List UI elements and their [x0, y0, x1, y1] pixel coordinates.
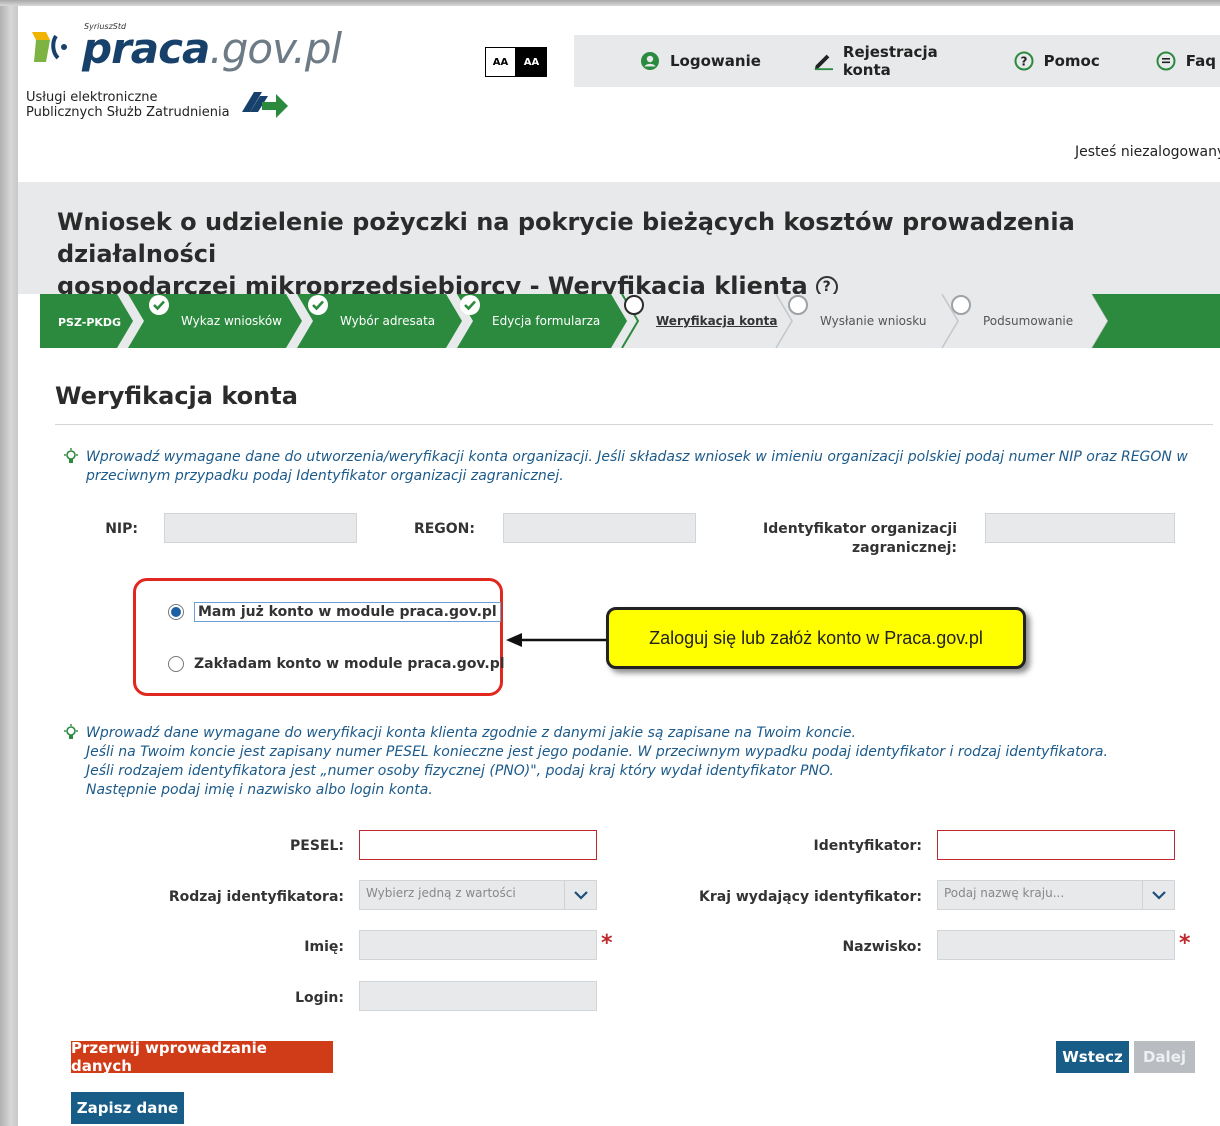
- nav-register[interactable]: Rejestracja konta: [805, 35, 974, 87]
- nav-login[interactable]: Logowanie: [632, 35, 769, 87]
- page: SyriuszStd praca.gov.pl Usługi elektroni…: [18, 6, 1220, 1126]
- hint-verification-line3: Jeśli rodzajem identyfikatora jest „nume…: [86, 763, 834, 779]
- login-input[interactable]: [359, 981, 597, 1011]
- lightbulb-icon: [64, 448, 78, 463]
- logo-main-text: praca: [82, 24, 210, 73]
- hint-verification: Wprowadź dane wymagane do weryfikacji ko…: [86, 724, 1206, 800]
- contrast-normal-button[interactable]: AA: [485, 47, 516, 77]
- logo-desc-line1: Usługi elektroniczne: [26, 90, 158, 105]
- section-divider: [55, 424, 1213, 425]
- logo-description: Usługi elektroniczne Publicznych Służb Z…: [26, 90, 230, 120]
- hint-organization: Wprowadź wymagane dane do utworzenia/wer…: [86, 448, 1206, 486]
- nav-login-label: Logowanie: [670, 52, 761, 70]
- kraj-label: Kraj wydający identyfikator:: [699, 889, 922, 905]
- lightbulb-icon: [64, 724, 78, 739]
- arrows-logo-icon: [242, 92, 288, 118]
- radio-create-account-label: Zakładam konto w module praca.gov.pl: [194, 656, 505, 672]
- foreign-id-label-line1: Identyfikator organizacji: [763, 521, 957, 537]
- foreign-id-label: Identyfikator organizacji zagranicznej:: [757, 520, 957, 558]
- identyfikator-input[interactable]: [937, 830, 1175, 860]
- hint-verification-line4: Następnie podaj imię i nazwisko albo log…: [86, 782, 433, 798]
- login-label: Login:: [295, 990, 344, 1006]
- step-podsumowanie: Podsumowanie: [983, 314, 1074, 328]
- nav-help-label: Pomoc: [1043, 52, 1100, 70]
- check-circle-icon: [149, 295, 169, 315]
- callout-arrow-icon: [506, 633, 608, 647]
- progress-stepper: PSZ-PKDG Wykaz wniosków Wybór adresata E…: [40, 294, 1220, 348]
- contrast-switcher: AA AA: [485, 47, 547, 77]
- login-status: Jesteś niezalogowany: [1075, 144, 1220, 160]
- kraj-select-value: Podaj nazwę kraju...: [944, 886, 1065, 900]
- nav-register-label: Rejestracja konta: [842, 43, 938, 79]
- abort-button[interactable]: Przerwij wprowadzanie danych: [71, 1039, 333, 1075]
- contrast-high-button[interactable]: AA: [516, 47, 547, 77]
- user-circle-icon: [640, 51, 660, 71]
- radio-has-account-label: Mam już konto w module praca.gov.pl: [194, 602, 501, 622]
- nav-help[interactable]: ? Pomoc: [1006, 35, 1108, 87]
- foreign-id-label-line2: zagranicznej:: [851, 540, 957, 556]
- chat-bubble-icon: [1156, 51, 1176, 71]
- hint-verification-line1: Wprowadź dane wymagane do weryfikacji ko…: [86, 725, 856, 741]
- regon-input[interactable]: [503, 513, 696, 543]
- stepper-code: PSZ-PKDG: [58, 316, 122, 329]
- pesel-input[interactable]: [359, 830, 597, 860]
- hint-verification-line2: Jeśli na Twoim koncie jest zapisany nume…: [86, 744, 1108, 760]
- nazwisko-input[interactable]: [937, 930, 1175, 960]
- nip-label: NIP:: [105, 521, 138, 537]
- next-button: Dalej: [1134, 1041, 1195, 1073]
- radio-button[interactable]: [168, 656, 184, 672]
- radio-has-account[interactable]: Mam już konto w module praca.gov.pl: [168, 602, 501, 622]
- hint-organization-line1: Wprowadź wymagane dane do utworzenia/wer…: [86, 449, 1188, 465]
- pesel-label: PESEL:: [290, 838, 344, 854]
- logo-mark-icon: [32, 32, 67, 62]
- save-button[interactable]: Zapisz dane: [71, 1092, 184, 1124]
- radio-create-account[interactable]: Zakładam konto w module praca.gov.pl: [168, 656, 505, 672]
- pencil-icon: [813, 51, 833, 71]
- window-frame-left: [0, 0, 18, 1126]
- radio-button-selected[interactable]: [168, 604, 184, 620]
- step-wyslanie-wniosku: Wysłanie wniosku: [820, 314, 927, 328]
- hint-organization-line2: przeciwnym przypadku podaj Identyfikator…: [86, 468, 564, 484]
- radio-highlight-box: [133, 578, 503, 696]
- step-edycja-formularza[interactable]: Edycja formularza: [492, 314, 600, 328]
- back-button[interactable]: Wstecz: [1056, 1041, 1129, 1073]
- rodzaj-select-value: Wybierz jedną z wartości: [366, 886, 516, 900]
- page-title: Wniosek o udzielenie pożyczki na pokryci…: [57, 206, 1117, 302]
- help-circle-icon: ?: [1014, 51, 1034, 71]
- page-title-line1: Wniosek o udzielenie pożyczki na pokryci…: [57, 208, 1075, 268]
- identyfikator-label: Identyfikator:: [813, 838, 922, 854]
- kraj-select[interactable]: Podaj nazwę kraju...: [937, 880, 1175, 910]
- svg-text:?: ?: [1020, 55, 1027, 69]
- callout-annotation: Zaloguj się lub załóż konto w Praca.gov.…: [606, 607, 1026, 669]
- rodzaj-select[interactable]: Wybierz jedną z wartości: [359, 880, 597, 910]
- chevron-down-icon[interactable]: [564, 881, 596, 909]
- rodzaj-label: Rodzaj identyfikatora:: [168, 889, 344, 905]
- nip-input[interactable]: [164, 513, 357, 543]
- step-wykaz-wnioskow[interactable]: Wykaz wniosków: [181, 314, 282, 328]
- step-weryfikacja-konta[interactable]: Weryfikacja konta: [656, 314, 777, 328]
- check-circle-icon: [308, 295, 328, 315]
- logo-domain-text: .gov.pl: [209, 24, 342, 73]
- section-title: Weryfikacja konta: [55, 382, 298, 410]
- empty-circle-icon: [788, 295, 808, 315]
- imie-input[interactable]: [359, 930, 597, 960]
- nav-faq[interactable]: Faq: [1148, 35, 1220, 87]
- check-circle-icon: [460, 295, 480, 315]
- foreign-id-input[interactable]: [985, 513, 1175, 543]
- step-wybor-adresata[interactable]: Wybór adresata: [340, 314, 435, 328]
- radio-dot: [171, 607, 181, 617]
- logo-desc-line2: Publicznych Służb Zatrudnienia: [26, 105, 230, 120]
- chevron-down-icon[interactable]: [1142, 881, 1174, 909]
- imie-label: Imię:: [304, 939, 344, 955]
- logo[interactable]: praca.gov.pl: [82, 24, 342, 73]
- empty-circle-icon: [951, 295, 971, 315]
- required-marker: *: [1179, 931, 1191, 956]
- regon-label: REGON:: [413, 521, 475, 537]
- top-navigation: Logowanie Rejestracja konta ? Pomoc Faq: [574, 35, 1220, 87]
- nav-faq-label: Faq: [1185, 52, 1216, 70]
- empty-circle-icon: [624, 295, 644, 315]
- nazwisko-label: Nazwisko:: [842, 939, 922, 955]
- required-marker: *: [601, 931, 613, 956]
